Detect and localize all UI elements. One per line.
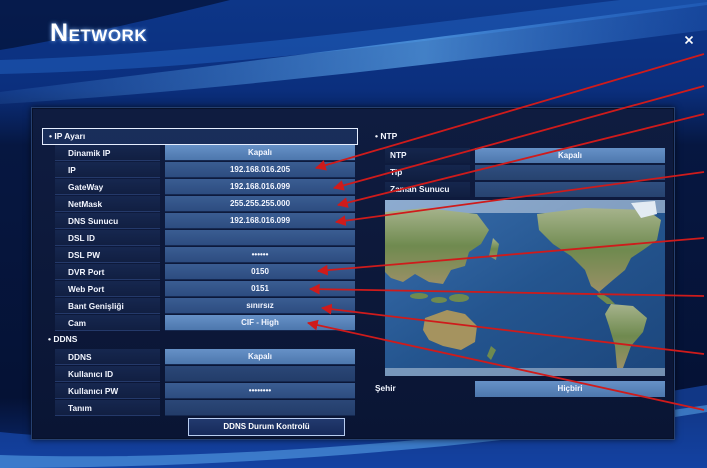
city-dropdown[interactable]: Hiçbiri bbox=[475, 381, 665, 397]
setting-row-cam: Cam CIF - High bbox=[42, 315, 358, 332]
map-island bbox=[449, 294, 469, 302]
setting-label: Web Port bbox=[55, 281, 160, 297]
setting-label: Dinamik IP bbox=[55, 145, 160, 161]
ntp-type-dropdown[interactable] bbox=[475, 165, 665, 180]
camera-quality-dropdown[interactable]: CIF - High bbox=[165, 315, 355, 331]
setting-row-bandwidth: Bant Genişliği sınırsız bbox=[42, 298, 358, 315]
section-header-ddns[interactable]: • DDNS bbox=[42, 332, 358, 349]
setting-row-web-port: Web Port 0151 bbox=[42, 281, 358, 298]
setting-label: DSL PW bbox=[55, 247, 160, 263]
setting-label: GateWay bbox=[55, 179, 160, 195]
web-port-field[interactable]: 0151 bbox=[165, 281, 355, 297]
setting-row-ddns-user-pw: Kullanıcı PW •••••••• bbox=[42, 383, 358, 400]
map-island bbox=[431, 297, 447, 303]
setting-row-ddns-host: Tanım bbox=[42, 400, 358, 417]
setting-label: Zaman Sunucu bbox=[385, 182, 470, 197]
ddns-status-check-button[interactable]: DDNS Durum Kontrolü bbox=[188, 418, 345, 436]
setting-row-city: Şehir Hiçbiri bbox=[375, 381, 667, 397]
map-island bbox=[410, 293, 428, 299]
setting-label: Bant Genişliği bbox=[55, 298, 160, 314]
setting-row-time-server: Zaman Sunucu bbox=[375, 182, 667, 198]
world-map[interactable] bbox=[385, 200, 665, 376]
setting-row-ntp: NTP Kapalı bbox=[375, 148, 667, 164]
setting-row-dsl-pw: DSL PW •••••• bbox=[42, 247, 358, 264]
ddns-user-id-field[interactable] bbox=[165, 366, 355, 382]
setting-row-dsl-id: DSL ID bbox=[42, 230, 358, 247]
setting-label: DNS Sunucu bbox=[55, 213, 160, 229]
ntp-section: • NTP NTP Kapalı Tip Zaman Sunucu Şehir … bbox=[375, 129, 667, 401]
setting-row-netmask: NetMask 255.255.255.000 bbox=[42, 196, 358, 213]
setting-row-dns: DNS Sunucu 192.168.016.099 bbox=[42, 213, 358, 230]
map-antarctica bbox=[385, 368, 665, 376]
setting-label: DSL ID bbox=[55, 230, 160, 246]
setting-row-ddns-user-id: Kullanıcı ID bbox=[42, 366, 358, 383]
gateway-field[interactable]: 192.168.016.099 bbox=[165, 179, 355, 195]
dsl-id-field[interactable] bbox=[165, 230, 355, 246]
setting-label: NetMask bbox=[55, 196, 160, 212]
setting-row-gateway: GateWay 192.168.016.099 bbox=[42, 179, 358, 196]
setting-row-ntp-type: Tip bbox=[375, 165, 667, 181]
ddns-toggle-dropdown[interactable]: Kapalı bbox=[165, 349, 355, 365]
section-header-ntp[interactable]: • NTP bbox=[375, 129, 397, 143]
ip-settings-table: • IP Ayarı Dinamik IP Kapalı IP 192.168.… bbox=[42, 128, 358, 417]
close-icon[interactable] bbox=[684, 35, 694, 45]
setting-label: DVR Port bbox=[55, 264, 160, 280]
section-header-ip-settings[interactable]: • IP Ayarı bbox=[42, 128, 358, 145]
setting-row-ddns: DDNS Kapalı bbox=[42, 349, 358, 366]
setting-label: Tip bbox=[385, 165, 470, 180]
setting-label: Kullanıcı ID bbox=[55, 366, 160, 382]
setting-label: DDNS bbox=[55, 349, 160, 365]
setting-label: Tanım bbox=[55, 400, 160, 416]
ntp-toggle-dropdown[interactable]: Kapalı bbox=[475, 148, 665, 163]
bandwidth-dropdown[interactable]: sınırsız bbox=[165, 298, 355, 314]
dynamic-ip-dropdown[interactable]: Kapalı bbox=[165, 145, 355, 161]
ip-address-field[interactable]: 192.168.016.205 bbox=[165, 162, 355, 178]
window-title: NETWORK bbox=[50, 19, 148, 47]
setting-row-dvr-port: DVR Port 0150 bbox=[42, 264, 358, 281]
dvr-port-field[interactable]: 0150 bbox=[165, 264, 355, 280]
setting-label: Şehir bbox=[375, 383, 396, 393]
ddns-password-field[interactable]: •••••••• bbox=[165, 383, 355, 399]
setting-label: Cam bbox=[55, 315, 160, 331]
setting-row-dynamic-ip: Dinamik IP Kapalı bbox=[42, 145, 358, 162]
ddns-host-field[interactable] bbox=[165, 400, 355, 416]
netmask-field[interactable]: 255.255.255.000 bbox=[165, 196, 355, 212]
setting-label: IP bbox=[55, 162, 160, 178]
setting-row-ip: IP 192.168.016.205 bbox=[42, 162, 358, 179]
dsl-password-field[interactable]: •••••• bbox=[165, 247, 355, 263]
dns-server-field[interactable]: 192.168.016.099 bbox=[165, 213, 355, 229]
setting-label: NTP bbox=[385, 148, 470, 163]
time-server-field[interactable] bbox=[475, 182, 665, 197]
setting-label: Kullanıcı PW bbox=[55, 383, 160, 399]
